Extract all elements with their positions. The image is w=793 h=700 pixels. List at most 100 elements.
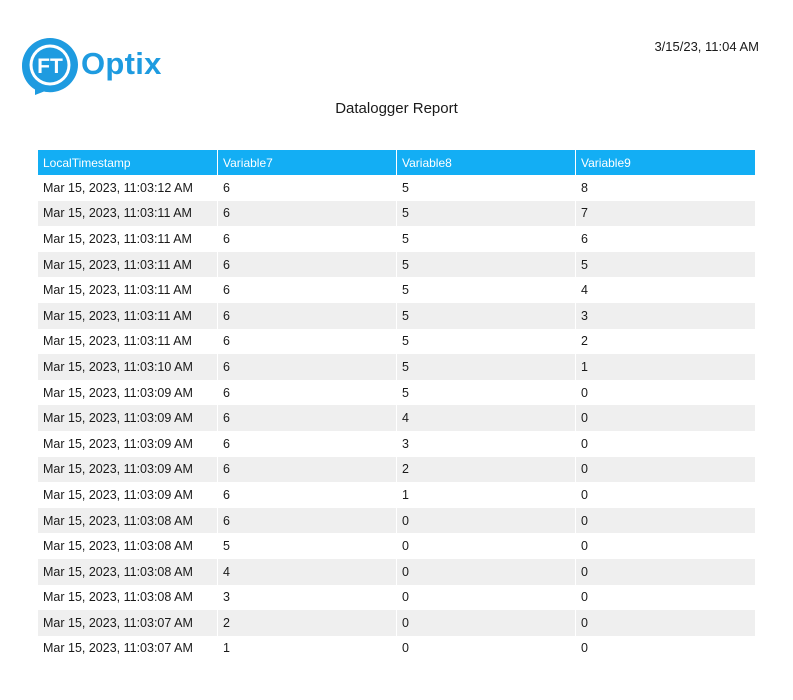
table-row: Mar 15, 2023, 11:03:10 AM 6 5 1 bbox=[38, 354, 755, 380]
variable8-cell: 5 bbox=[396, 302, 575, 329]
variable8-cell: 0 bbox=[396, 533, 575, 559]
logo-wordmark: Optix bbox=[81, 46, 162, 81]
timestamp-cell: Mar 15, 2023, 11:03:09 AM bbox=[43, 436, 193, 451]
table-row: Mar 15, 2023, 11:03:09 AM 6 2 0 bbox=[38, 456, 755, 483]
variable8-cell: 0 bbox=[396, 507, 575, 534]
table-row: Mar 15, 2023, 11:03:11 AM 6 5 4 bbox=[38, 277, 755, 303]
table-row: Mar 15, 2023, 11:03:07 AM 2 0 0 bbox=[38, 610, 755, 636]
variable9-cell: 2 bbox=[575, 328, 755, 355]
timestamp-cell: Mar 15, 2023, 11:03:12 AM bbox=[43, 180, 193, 195]
variable8-cell: 5 bbox=[396, 200, 575, 227]
variable9-cell: 4 bbox=[575, 277, 755, 303]
table-row: Mar 15, 2023, 11:03:11 AM 6 5 6 bbox=[38, 226, 755, 252]
column-header-variable7: Variable7 bbox=[217, 150, 396, 175]
variable8-cell: 0 bbox=[396, 610, 575, 636]
variable8-cell: 0 bbox=[396, 584, 575, 611]
variable7-cell: 6 bbox=[217, 328, 396, 355]
timestamp-cell: Mar 15, 2023, 11:03:07 AM bbox=[43, 641, 193, 656]
timestamp-cell: Mar 15, 2023, 11:03:10 AM bbox=[38, 354, 217, 380]
table-row: Mar 15, 2023, 11:03:11 AM 6 5 7 bbox=[38, 200, 755, 227]
table-row: Mar 15, 2023, 11:03:12 AM 6 5 8 bbox=[38, 175, 755, 201]
variable8-cell: 1 bbox=[396, 482, 575, 508]
variable9-cell: 1 bbox=[575, 354, 755, 380]
variable9-cell: 5 bbox=[575, 251, 755, 278]
variable7-cell: 6 bbox=[217, 456, 396, 483]
variable7-cell: 1 bbox=[217, 635, 396, 662]
timestamp-cell: Mar 15, 2023, 11:03:07 AM bbox=[38, 610, 217, 636]
variable8-cell: 5 bbox=[396, 354, 575, 380]
variable9-cell: 0 bbox=[575, 405, 755, 431]
table-row: Mar 15, 2023, 11:03:08 AM 4 0 0 bbox=[38, 558, 755, 585]
variable7-cell: 3 bbox=[217, 584, 396, 611]
variable7-cell: 4 bbox=[217, 558, 396, 585]
variable8-cell: 5 bbox=[396, 328, 575, 355]
table-row: Mar 15, 2023, 11:03:08 AM 5 0 0 bbox=[38, 533, 755, 559]
variable9-cell: 0 bbox=[575, 507, 755, 534]
variable7-cell: 6 bbox=[217, 302, 396, 329]
variable7-cell: 6 bbox=[217, 507, 396, 534]
variable7-cell: 6 bbox=[217, 379, 396, 406]
table-row: Mar 15, 2023, 11:03:09 AM 6 1 0 bbox=[38, 482, 755, 508]
variable7-cell: 6 bbox=[217, 354, 396, 380]
timestamp-cell: Mar 15, 2023, 11:03:11 AM bbox=[43, 283, 192, 298]
variable7-cell: 6 bbox=[217, 175, 396, 201]
variable9-cell: 0 bbox=[575, 584, 755, 611]
table-row: Mar 15, 2023, 11:03:11 AM 6 5 3 bbox=[38, 302, 755, 329]
variable9-cell: 0 bbox=[575, 456, 755, 483]
column-header-localtimestamp: LocalTimestamp bbox=[38, 150, 217, 175]
variable9-cell: 0 bbox=[575, 610, 755, 636]
column-header-variable8: Variable8 bbox=[396, 150, 575, 175]
variable7-cell: 6 bbox=[217, 277, 396, 303]
variable9-cell: 6 bbox=[575, 226, 755, 252]
timestamp-cell: Mar 15, 2023, 11:03:08 AM bbox=[43, 539, 193, 554]
variable9-cell: 0 bbox=[575, 379, 755, 406]
datalogger-table: LocalTimestamp Variable7 Variable8 Varia… bbox=[38, 150, 755, 662]
variable7-cell: 2 bbox=[217, 610, 396, 636]
variable9-cell: 8 bbox=[575, 175, 755, 201]
ft-logo-icon: FT bbox=[22, 38, 78, 95]
logo-mark-text: FT bbox=[37, 55, 63, 78]
variable7-cell: 6 bbox=[217, 482, 396, 508]
variable8-cell: 5 bbox=[396, 379, 575, 406]
table-row: Mar 15, 2023, 11:03:09 AM 6 4 0 bbox=[38, 405, 755, 431]
variable8-cell: 5 bbox=[396, 251, 575, 278]
timestamp-cell: Mar 15, 2023, 11:03:11 AM bbox=[38, 200, 217, 227]
timestamp-cell: Mar 15, 2023, 11:03:09 AM bbox=[43, 487, 193, 502]
timestamp-cell: Mar 15, 2023, 11:03:11 AM bbox=[43, 334, 192, 349]
variable8-cell: 3 bbox=[396, 430, 575, 457]
table-row: Mar 15, 2023, 11:03:07 AM 1 0 0 bbox=[38, 635, 755, 662]
timestamp-cell: Mar 15, 2023, 11:03:09 AM bbox=[43, 385, 193, 400]
table-row: Mar 15, 2023, 11:03:08 AM 6 0 0 bbox=[38, 507, 755, 534]
variable8-cell: 0 bbox=[396, 558, 575, 585]
variable9-cell: 0 bbox=[575, 430, 755, 457]
ft-optix-logo: FT Optix bbox=[20, 36, 180, 96]
timestamp-cell: Mar 15, 2023, 11:03:11 AM bbox=[38, 302, 217, 329]
variable9-cell: 7 bbox=[575, 200, 755, 227]
table-header-row: LocalTimestamp Variable7 Variable8 Varia… bbox=[38, 150, 755, 175]
variable7-cell: 6 bbox=[217, 226, 396, 252]
report-title: Datalogger Report bbox=[335, 100, 458, 117]
timestamp-cell: Mar 15, 2023, 11:03:09 AM bbox=[38, 456, 217, 483]
timestamp-cell: Mar 15, 2023, 11:03:08 AM bbox=[38, 507, 217, 534]
variable8-cell: 5 bbox=[396, 226, 575, 252]
table-row: Mar 15, 2023, 11:03:11 AM 6 5 5 bbox=[38, 251, 755, 278]
table-row: Mar 15, 2023, 11:03:09 AM 6 5 0 bbox=[38, 379, 755, 406]
variable7-cell: 6 bbox=[217, 430, 396, 457]
variable8-cell: 2 bbox=[396, 456, 575, 483]
variable9-cell: 3 bbox=[575, 302, 755, 329]
column-header-variable9: Variable9 bbox=[575, 150, 755, 175]
variable7-cell: 6 bbox=[217, 405, 396, 431]
table-body: Mar 15, 2023, 11:03:12 AM 6 5 8 Mar 15, 2023… bbox=[38, 175, 755, 662]
timestamp-cell: Mar 15, 2023, 11:03:08 AM bbox=[43, 590, 193, 605]
variable9-cell: 0 bbox=[575, 635, 755, 662]
variable7-cell: 5 bbox=[217, 533, 396, 559]
variable8-cell: 5 bbox=[396, 277, 575, 303]
variable7-cell: 6 bbox=[217, 251, 396, 278]
table-row: Mar 15, 2023, 11:03:09 AM 6 3 0 bbox=[38, 430, 755, 457]
table-row: Mar 15, 2023, 11:03:08 AM 3 0 0 bbox=[38, 584, 755, 611]
variable8-cell: 0 bbox=[396, 635, 575, 662]
timestamp-cell: Mar 15, 2023, 11:03:11 AM bbox=[38, 251, 217, 278]
report-timestamp: 3/15/23, 11:04 AM bbox=[654, 39, 759, 54]
variable9-cell: 0 bbox=[575, 558, 755, 585]
timestamp-cell: Mar 15, 2023, 11:03:08 AM bbox=[38, 558, 217, 585]
